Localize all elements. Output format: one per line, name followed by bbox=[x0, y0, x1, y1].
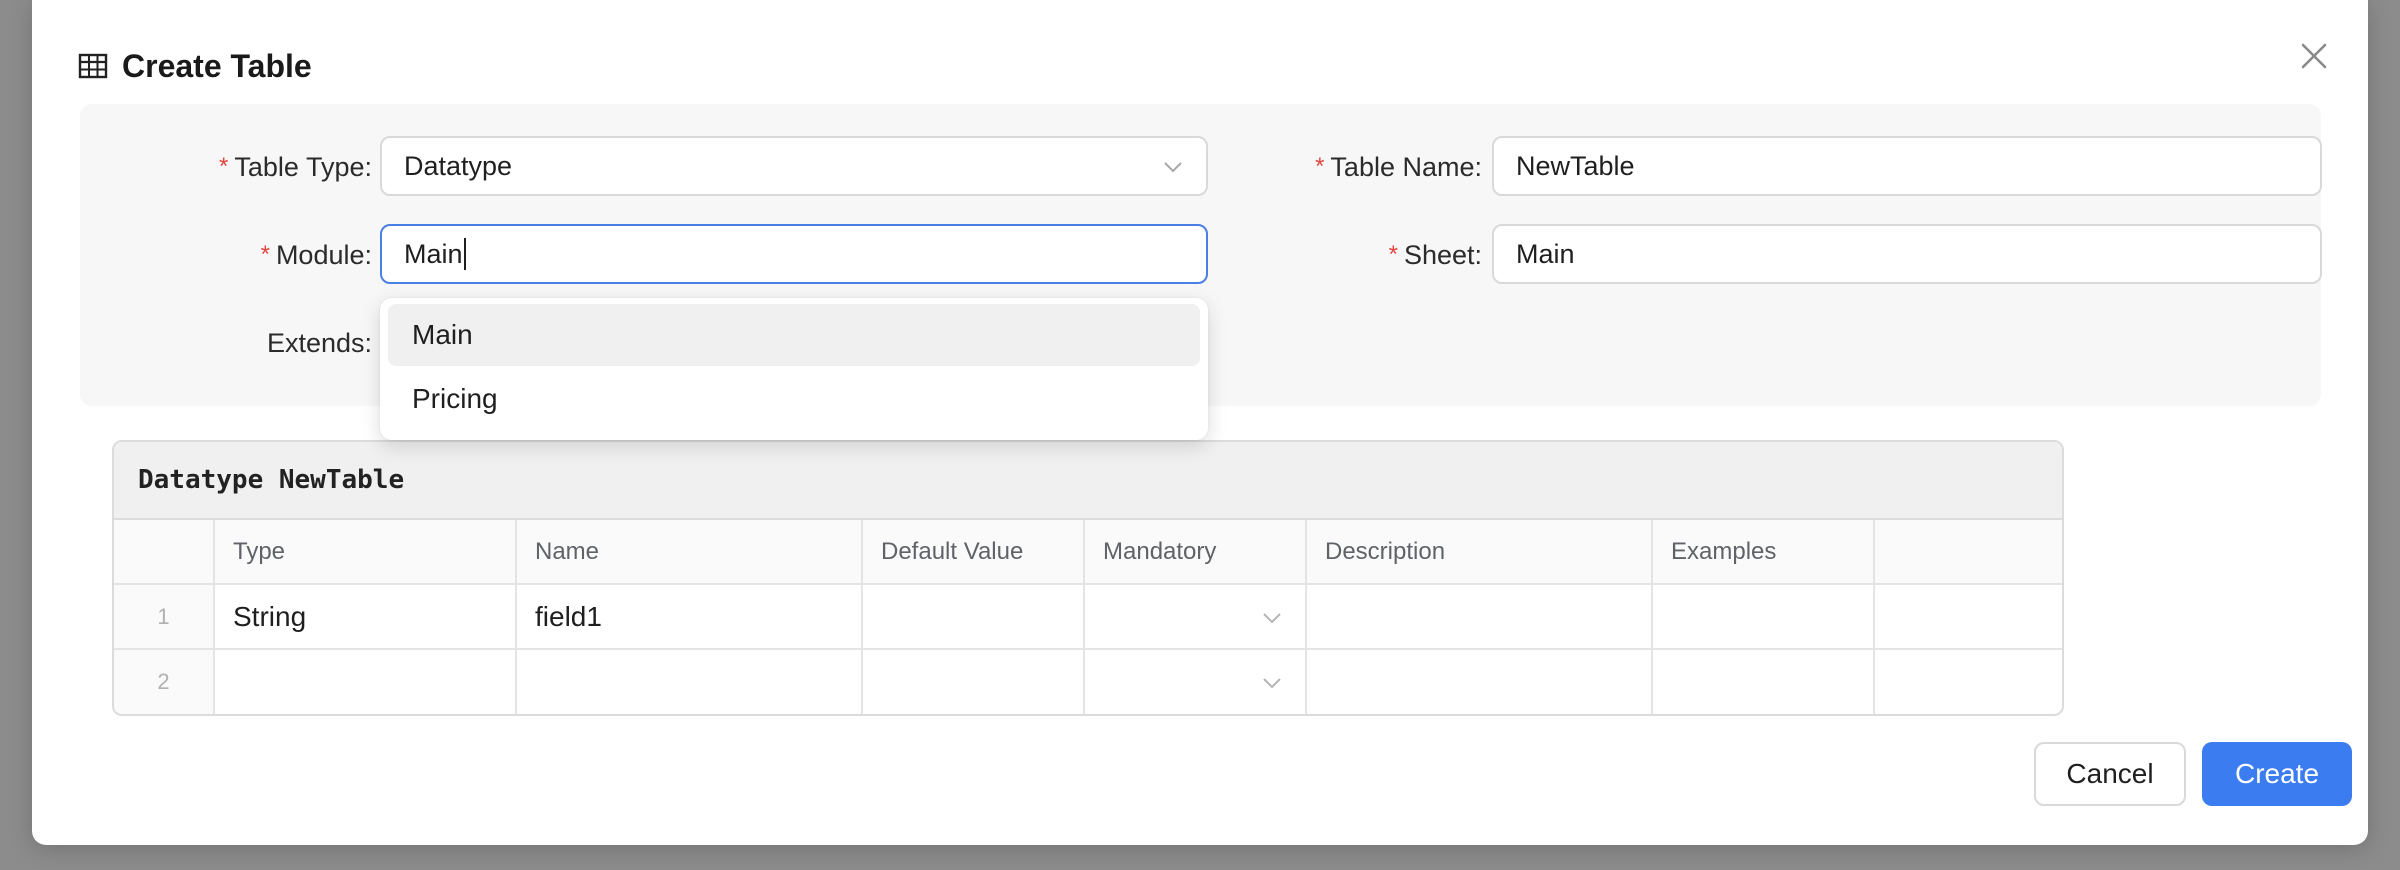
fields-table: Type Name Default Value Mandatory Descri… bbox=[114, 520, 2062, 714]
row-number: 2 bbox=[114, 649, 215, 714]
chevron-down-icon bbox=[1164, 162, 1182, 173]
column-header-rownum bbox=[114, 520, 215, 585]
default-value-cell[interactable] bbox=[862, 649, 1085, 714]
required-mark: * bbox=[1315, 153, 1325, 180]
row-number: 1 bbox=[114, 584, 215, 650]
column-header-examples: Examples bbox=[1652, 520, 1875, 585]
table-type-select[interactable]: Datatype bbox=[380, 136, 1208, 196]
description-cell[interactable] bbox=[1306, 649, 1653, 714]
cancel-button[interactable]: Cancel bbox=[2034, 742, 2186, 806]
default-value-cell[interactable] bbox=[862, 584, 1085, 650]
mandatory-cell[interactable] bbox=[1084, 649, 1307, 714]
column-header-extra bbox=[1874, 520, 2062, 585]
table-name-value: NewTable bbox=[1516, 150, 1635, 181]
column-header-default-value: Default Value bbox=[862, 520, 1085, 585]
sheet-label: * Sheet: bbox=[1388, 239, 1482, 270]
dropdown-option-main[interactable]: Main bbox=[388, 304, 1200, 366]
examples-cell[interactable] bbox=[1652, 584, 1875, 650]
column-header-description: Description bbox=[1306, 520, 1653, 585]
extends-label: Extends: bbox=[266, 327, 372, 358]
type-cell[interactable] bbox=[214, 649, 517, 714]
datatype-grid: Datatype NewTable Type Name Default Valu… bbox=[112, 440, 2064, 716]
name-cell[interactable]: field1 bbox=[516, 584, 863, 650]
grid-title: Datatype NewTable bbox=[114, 442, 2062, 520]
name-cell[interactable] bbox=[516, 649, 863, 714]
text-caret bbox=[463, 238, 466, 270]
close-icon bbox=[2301, 43, 2327, 69]
dialog-header: Create Table bbox=[78, 44, 312, 88]
dialog-title: Create Table bbox=[122, 47, 312, 84]
required-mark: * bbox=[1388, 241, 1398, 268]
module-label: * Module: bbox=[260, 239, 372, 270]
table-type-label: * Table Type: bbox=[219, 151, 372, 182]
module-dropdown: Main Pricing bbox=[380, 298, 1208, 440]
table-icon bbox=[78, 53, 108, 79]
sheet-input[interactable]: Main bbox=[1492, 224, 2322, 284]
table-row: 1 String field1 bbox=[114, 584, 2062, 650]
table-name-label: * Table Name: bbox=[1315, 151, 1482, 182]
type-cell[interactable]: String bbox=[214, 584, 517, 650]
dropdown-option-pricing[interactable]: Pricing bbox=[388, 368, 1200, 430]
column-header-name: Name bbox=[516, 520, 863, 585]
chevron-down-icon bbox=[1263, 678, 1281, 689]
examples-cell[interactable] bbox=[1652, 649, 1875, 714]
module-input[interactable]: Main bbox=[380, 224, 1208, 284]
extra-cell[interactable] bbox=[1874, 649, 2062, 714]
chevron-down-icon bbox=[1263, 613, 1281, 624]
required-mark: * bbox=[260, 241, 270, 268]
mandatory-cell[interactable] bbox=[1084, 584, 1307, 650]
close-button[interactable] bbox=[2296, 38, 2332, 74]
sheet-value: Main bbox=[1516, 238, 1575, 269]
table-name-input[interactable]: NewTable bbox=[1492, 136, 2322, 196]
extra-cell[interactable] bbox=[1874, 584, 2062, 650]
description-cell[interactable] bbox=[1306, 584, 1653, 650]
required-mark: * bbox=[219, 153, 229, 180]
column-header-mandatory: Mandatory bbox=[1084, 520, 1307, 585]
module-value: Main bbox=[404, 238, 463, 269]
table-header-row: Type Name Default Value Mandatory Descri… bbox=[114, 520, 2062, 585]
column-header-type: Type bbox=[214, 520, 517, 585]
create-button[interactable]: Create bbox=[2202, 742, 2352, 806]
create-table-dialog: Create Table * Table Type: Datatype * Ta… bbox=[32, 0, 2368, 845]
table-row: 2 bbox=[114, 649, 2062, 714]
table-type-value: Datatype bbox=[404, 150, 513, 181]
